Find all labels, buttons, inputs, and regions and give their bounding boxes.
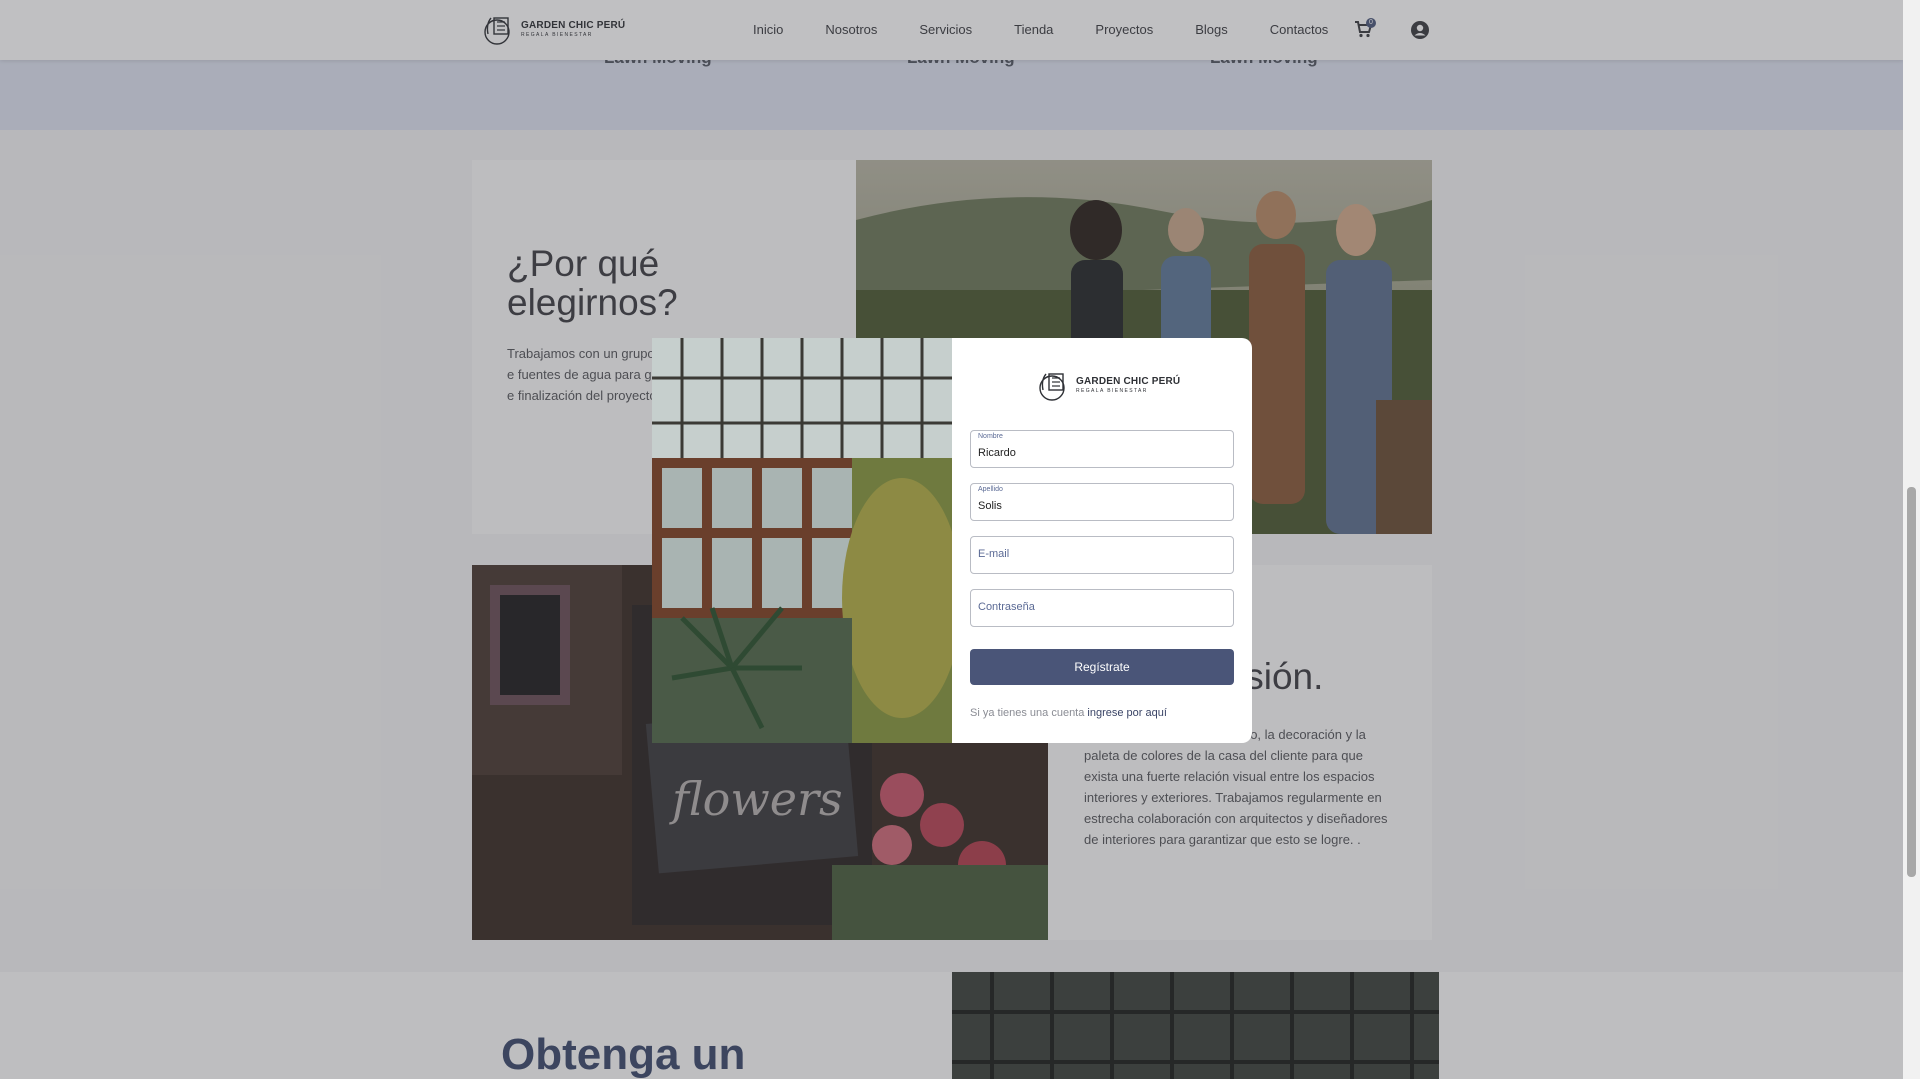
password-input[interactable] (978, 601, 1223, 613)
password-field[interactable] (970, 589, 1234, 627)
email-input[interactable] (978, 548, 1223, 560)
nombre-input[interactable] (978, 447, 1223, 459)
modal-brand-logo: GARDEN CHIC PERÚ REGALA BIENESTAR (1037, 368, 1180, 402)
garden-logo-icon (1039, 373, 1065, 401)
modal-brand-name: GARDEN CHIC PERÚ (1076, 375, 1181, 387)
login-prefix: Si ya tienes una cuenta (970, 707, 1085, 719)
greenhouse-modal-photo (652, 338, 952, 743)
modal-brand-tagline: REGALA BIENESTAR (1076, 387, 1148, 394)
register-form: GARDEN CHIC PERÚ REGALA BIENESTAR Nombre… (952, 338, 1252, 743)
login-prompt: Si ya tienes una cuenta ingrese por aquí (970, 707, 1167, 719)
register-button[interactable]: Regístrate (970, 649, 1234, 685)
apellido-label: Apellido (978, 486, 1003, 493)
email-field[interactable] (970, 536, 1234, 574)
nombre-field[interactable]: Nombre (970, 430, 1234, 468)
register-modal: GARDEN CHIC PERÚ REGALA BIENESTAR Nombre… (652, 338, 1252, 743)
apellido-input[interactable] (978, 500, 1223, 512)
apellido-field[interactable]: Apellido (970, 483, 1234, 521)
login-link[interactable]: ingrese por aquí (1087, 707, 1167, 719)
nombre-label: Nombre (978, 433, 1003, 440)
page-scrollbar[interactable] (1903, 0, 1920, 1079)
scrollbar-thumb[interactable] (1907, 487, 1916, 877)
